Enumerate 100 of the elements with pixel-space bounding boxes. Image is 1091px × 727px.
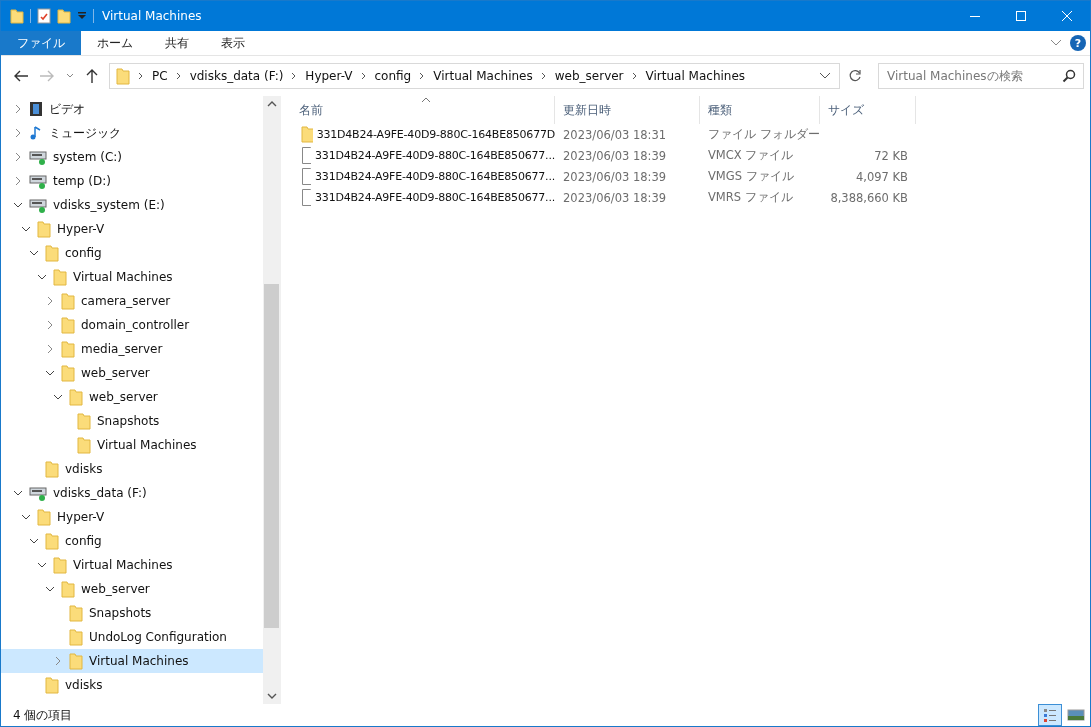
column-header[interactable]: 種類 bbox=[700, 96, 820, 124]
scrollbar-thumb[interactable] bbox=[264, 284, 279, 628]
chevron-right-icon[interactable] bbox=[540, 72, 547, 80]
tree-item[interactable]: UndoLog Configuration bbox=[1, 625, 263, 649]
tree-item[interactable]: web_server bbox=[1, 577, 263, 601]
drive-icon bbox=[29, 149, 47, 165]
tree-item[interactable]: Virtual Machines bbox=[1, 265, 263, 289]
chevron-right-icon[interactable] bbox=[175, 72, 182, 80]
file-row[interactable]: 331D4B24-A9FE-40D9-880C-164BE850677... 2023/06/03 18:39 VMCX ファイル 72 KB bbox=[291, 145, 1090, 166]
back-arrow-icon[interactable] bbox=[13, 69, 29, 83]
ribbon-tab[interactable]: ファイル bbox=[1, 31, 81, 55]
tree-item[interactable]: vdisks_system (E:) bbox=[1, 193, 263, 217]
column-header[interactable]: 名前 bbox=[291, 96, 555, 124]
folder-icon[interactable] bbox=[10, 8, 24, 24]
tree-item[interactable]: vdisks bbox=[1, 457, 263, 481]
chevron-right-icon[interactable] bbox=[138, 72, 144, 80]
scroll-down-icon[interactable] bbox=[266, 692, 277, 700]
chevron-right-icon[interactable] bbox=[45, 344, 55, 354]
chevron-down-icon[interactable] bbox=[21, 512, 31, 522]
chevron-right-icon[interactable] bbox=[45, 296, 55, 306]
tree-item[interactable]: vdisks_data (F:) bbox=[1, 481, 263, 505]
film-icon bbox=[29, 101, 43, 117]
chevron-down-icon[interactable] bbox=[21, 224, 31, 234]
breadcrumb-item[interactable]: Hyper-V bbox=[305, 69, 353, 83]
file-row[interactable]: 331D4B24-A9FE-40D9-880C-164BE850677D 2023/06/03 18:31 ファイル フォルダー bbox=[291, 124, 1090, 145]
chevron-down-icon[interactable] bbox=[13, 488, 23, 498]
chevron-right-icon[interactable] bbox=[13, 152, 23, 162]
tree-item[interactable]: config bbox=[1, 529, 263, 553]
file-type: ファイル フォルダー bbox=[707, 127, 820, 142]
tree-item[interactable]: temp (D:) bbox=[1, 169, 263, 193]
tree-item[interactable]: config bbox=[1, 241, 263, 265]
new-folder-icon[interactable] bbox=[57, 8, 71, 24]
file-icon bbox=[301, 168, 312, 185]
address-bar[interactable]: PC vdisks_data (F:) Hyper-V config Virtual Machines web_server Virtual Machines bbox=[109, 63, 840, 89]
tree-item[interactable]: camera_server bbox=[1, 289, 263, 313]
tree-item[interactable]: Hyper-V bbox=[1, 217, 263, 241]
sort-up-icon bbox=[421, 97, 431, 103]
up-arrow-icon[interactable] bbox=[85, 68, 99, 84]
tree-item[interactable]: Snapshots bbox=[1, 409, 263, 433]
scrollbar[interactable] bbox=[263, 96, 280, 704]
chevron-down-icon[interactable] bbox=[819, 72, 831, 80]
file-row[interactable]: 331D4B24-A9FE-40D9-880C-164BE850677... 2023/06/03 18:39 VMRS ファイル 8,388,660 KB bbox=[291, 187, 1090, 208]
details-view-icon[interactable] bbox=[1038, 704, 1062, 726]
search-field[interactable]: Virtual Machinesの検索 bbox=[878, 63, 1084, 89]
properties-icon[interactable] bbox=[37, 8, 51, 24]
tree-item[interactable]: ビデオ bbox=[1, 97, 263, 121]
chevron-right-icon[interactable] bbox=[360, 72, 367, 80]
chevron-right-icon[interactable] bbox=[419, 72, 426, 80]
breadcrumb-item[interactable]: Virtual Machines bbox=[645, 69, 746, 83]
file-row[interactable]: 331D4B24-A9FE-40D9-880C-164BE850677... 2023/06/03 18:39 VMGS ファイル 4,097 KB bbox=[291, 166, 1090, 187]
search-icon[interactable] bbox=[1062, 69, 1076, 83]
breadcrumb-item[interactable]: PC bbox=[152, 69, 168, 83]
breadcrumb-item[interactable]: vdisks_data (F:) bbox=[189, 69, 284, 83]
tree-label: Virtual Machines bbox=[97, 438, 197, 452]
tree-item[interactable]: Virtual Machines bbox=[1, 433, 263, 457]
folder-icon bbox=[53, 556, 67, 574]
scroll-up-icon[interactable] bbox=[266, 100, 277, 108]
chevron-down-icon[interactable] bbox=[37, 272, 47, 282]
tree-item[interactable]: Hyper-V bbox=[1, 505, 263, 529]
breadcrumb-item[interactable]: web_server bbox=[554, 69, 624, 83]
drive-icon bbox=[29, 197, 47, 213]
chevron-right-icon[interactable] bbox=[13, 104, 23, 114]
chevron-right-icon[interactable] bbox=[631, 72, 638, 80]
tree-item[interactable]: web_server bbox=[1, 385, 263, 409]
tree-label: config bbox=[65, 534, 102, 548]
chevron-down-icon[interactable] bbox=[29, 248, 39, 258]
tree-item[interactable]: web_server bbox=[1, 361, 263, 385]
chevron-down-icon[interactable] bbox=[37, 560, 47, 570]
tree-item[interactable]: vdisks bbox=[1, 673, 263, 697]
tree-label: camera_server bbox=[81, 294, 171, 308]
chevron-down-icon[interactable] bbox=[53, 392, 63, 402]
chevron-right-icon[interactable] bbox=[291, 72, 298, 80]
refresh-icon[interactable] bbox=[848, 69, 862, 83]
tree-item[interactable]: media_server bbox=[1, 337, 263, 361]
folder-icon bbox=[61, 316, 75, 334]
folder-icon bbox=[37, 508, 51, 526]
column-header[interactable]: サイズ bbox=[820, 96, 916, 124]
chevron-right-icon[interactable] bbox=[13, 176, 23, 186]
tree-label: vdisks bbox=[65, 462, 103, 476]
tree-item[interactable]: domain_controller bbox=[1, 313, 263, 337]
file-type: VMGS ファイル bbox=[707, 169, 795, 184]
dropdown-icon[interactable] bbox=[77, 11, 87, 21]
chevron-down-icon[interactable] bbox=[13, 200, 23, 210]
breadcrumb-item[interactable]: Virtual Machines bbox=[433, 69, 533, 83]
chevron-down-icon[interactable] bbox=[45, 584, 55, 594]
help-button[interactable]: ? bbox=[1070, 35, 1086, 51]
chevron-down-icon[interactable] bbox=[45, 368, 55, 378]
chevron-right-icon[interactable] bbox=[45, 320, 55, 330]
breadcrumb-item[interactable]: config bbox=[374, 69, 412, 83]
tree-item[interactable]: Virtual Machines bbox=[1, 649, 263, 673]
tree-item[interactable]: ミュージック bbox=[1, 121, 263, 145]
column-header[interactable]: 更新日時 bbox=[555, 96, 700, 124]
tree-item[interactable]: Snapshots bbox=[1, 601, 263, 625]
tree-item[interactable]: system (C:) bbox=[1, 145, 263, 169]
chevron-right-icon[interactable] bbox=[13, 128, 23, 138]
folder-icon bbox=[69, 628, 83, 646]
tree-label: media_server bbox=[81, 342, 163, 356]
folder-icon bbox=[77, 436, 91, 454]
chevron-down-icon[interactable] bbox=[29, 536, 39, 546]
tree-item[interactable]: Virtual Machines bbox=[1, 553, 263, 577]
